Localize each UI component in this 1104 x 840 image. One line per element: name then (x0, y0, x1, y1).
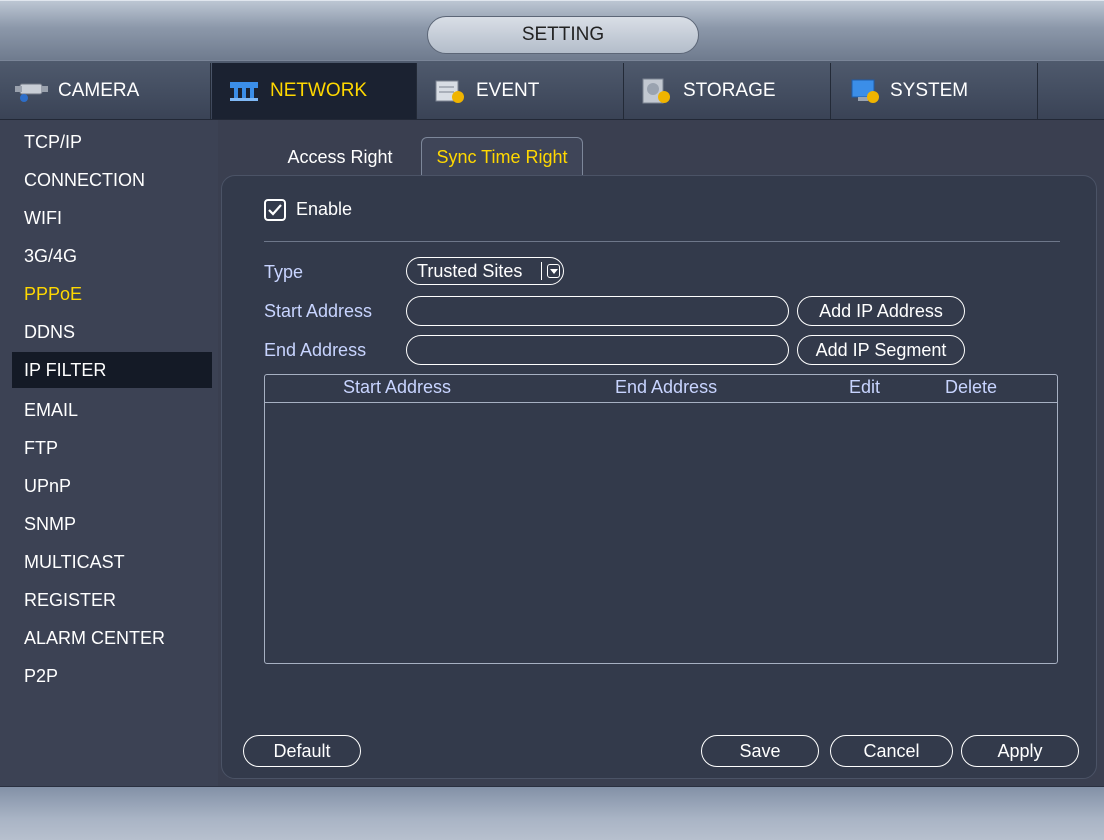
tab-label: EVENT (476, 80, 540, 101)
table-header: Start Address End Address Edit Delete (265, 375, 1057, 403)
sidebar-item-multicast[interactable]: MULTICAST (0, 544, 218, 580)
storage-icon (639, 78, 675, 104)
sidebar-item-register[interactable]: REGISTER (0, 582, 218, 618)
camera-icon (14, 78, 50, 104)
cancel-button[interactable]: Cancel (830, 735, 953, 767)
select-separator (541, 262, 542, 280)
sidebar-item-connection[interactable]: CONNECTION (0, 162, 218, 198)
sidebar-item-snmp[interactable]: SNMP (0, 506, 218, 542)
subtab-sync-time-right[interactable]: Sync Time Right (421, 137, 583, 177)
add-ip-address-button[interactable]: Add IP Address (797, 296, 965, 326)
sidebar-item-email[interactable]: EMAIL (0, 392, 218, 428)
tab-label: NETWORK (270, 80, 368, 101)
footer-bar (0, 786, 1104, 840)
sidebar-item-tcpip[interactable]: TCP/IP (0, 124, 218, 160)
apply-button[interactable]: Apply (961, 735, 1079, 767)
event-icon (432, 78, 468, 104)
save-button[interactable]: Save (701, 735, 819, 767)
sidebar-item-ftp[interactable]: FTP (0, 430, 218, 466)
check-icon (268, 204, 282, 216)
tab-label: STORAGE (683, 80, 776, 101)
tab-event[interactable]: EVENT (418, 63, 624, 119)
chevron-down-icon[interactable] (547, 264, 560, 278)
column-edit: Edit (849, 377, 881, 397)
tab-label: SYSTEM (890, 80, 969, 101)
enable-label: Enable (296, 199, 353, 219)
default-button[interactable]: Default (243, 735, 361, 767)
sidebar-item-3g4g[interactable]: 3G/4G (0, 238, 218, 274)
tab-system[interactable]: SYSTEM (832, 63, 1038, 119)
main-tab-bar: CAMERA NETWORK EVENT STORAGE SYSTEM (0, 60, 1104, 120)
start-address-label: Start Address (264, 301, 373, 321)
tab-camera[interactable]: CAMERA (0, 63, 211, 119)
end-address-label: End Address (264, 340, 367, 360)
add-ip-segment-button[interactable]: Add IP Segment (797, 335, 965, 365)
sidebar-item-wifi[interactable]: WIFI (0, 200, 218, 236)
subtab-access-right[interactable]: Access Right (272, 137, 408, 177)
ip-list-table: Start Address End Address Edit Delete (264, 374, 1058, 664)
column-start-address: Start Address (343, 377, 452, 397)
end-address-input[interactable] (406, 335, 789, 365)
divider (264, 241, 1060, 242)
tab-storage[interactable]: STORAGE (625, 63, 831, 119)
system-icon (846, 78, 882, 104)
tab-label: CAMERA (58, 80, 140, 101)
enable-checkbox[interactable] (264, 199, 286, 221)
sidebar-item-p2p[interactable]: P2P (0, 658, 218, 694)
sidebar-item-alarm-center[interactable]: ALARM CENTER (0, 620, 218, 656)
sidebar-item-upnp[interactable]: UPnP (0, 468, 218, 504)
start-address-input[interactable] (406, 296, 789, 326)
column-end-address: End Address (615, 377, 718, 397)
tab-network[interactable]: NETWORK (212, 63, 417, 119)
type-select-value: Trusted Sites (417, 260, 523, 281)
network-icon (226, 78, 262, 104)
sidebar-item-ip-filter[interactable]: IP FILTER (12, 352, 212, 388)
sidebar-item-pppoe[interactable]: PPPoE (0, 276, 218, 312)
sidebar-item-ddns[interactable]: DDNS (0, 314, 218, 350)
type-select[interactable]: Trusted Sites (406, 257, 564, 285)
column-delete: Delete (945, 377, 998, 397)
title-bar: SETTING (0, 0, 1104, 60)
window-title: SETTING (427, 16, 699, 54)
type-label: Type (264, 262, 304, 282)
sidebar: TCP/IP CONNECTION WIFI 3G/4G PPPoE DDNS … (0, 120, 218, 786)
